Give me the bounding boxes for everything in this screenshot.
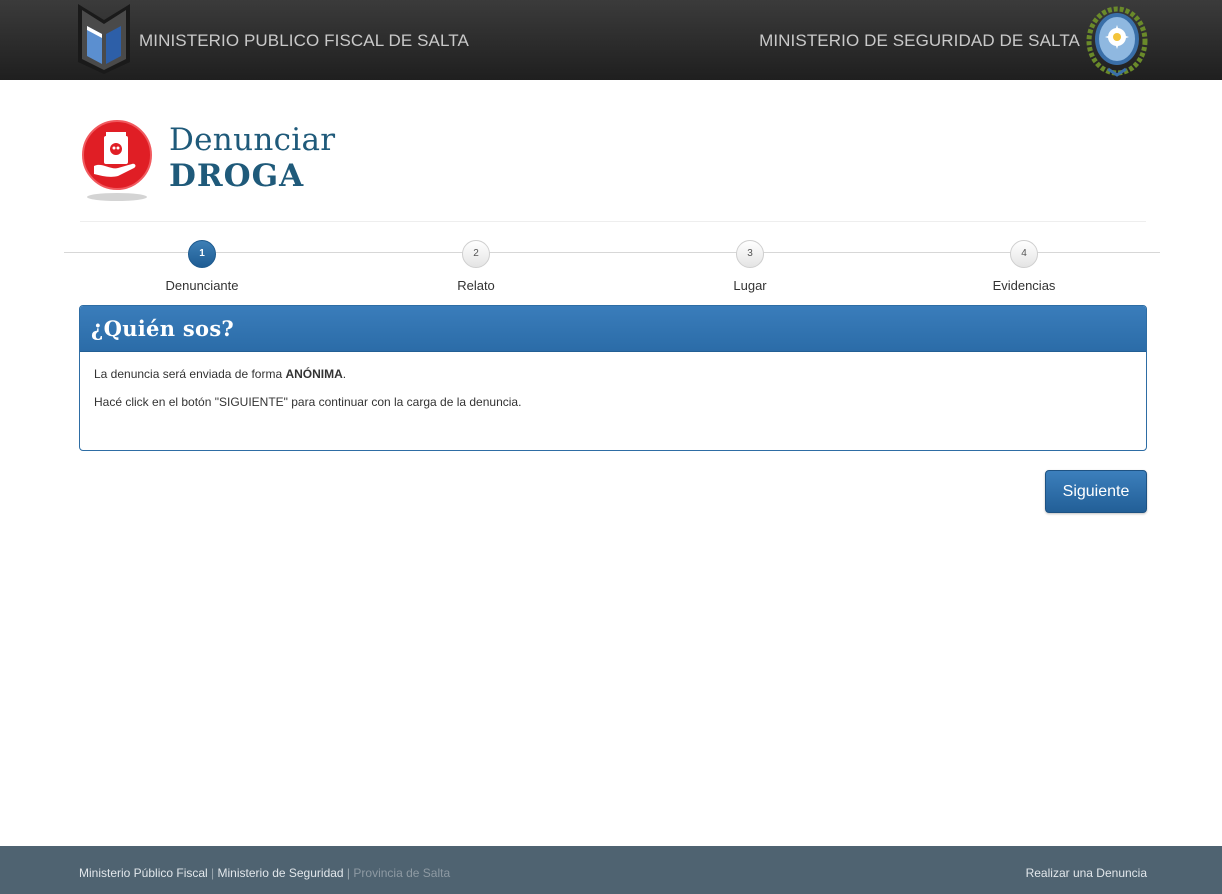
- anonymous-emphasis: ANÓNIMA: [285, 367, 343, 381]
- step-label: Relato: [457, 278, 495, 293]
- step-number: 4: [1010, 240, 1038, 268]
- step-3: 3 Lugar: [670, 240, 830, 293]
- panel-title: ¿Quién sos?: [91, 316, 235, 341]
- step-number: 2: [462, 240, 490, 268]
- step-label: Denunciante: [165, 278, 239, 293]
- page-brand: Denunciar DROGA: [80, 118, 1146, 222]
- step-label: Evidencias: [992, 278, 1056, 293]
- step-number: 3: [736, 240, 764, 268]
- step-1: 1 Denunciante: [122, 240, 282, 293]
- who-are-you-panel: ¿Quién sos? La denuncia será enviada de …: [79, 305, 1147, 451]
- anonymous-notice: La denuncia será enviada de forma ANÓNIM…: [94, 367, 347, 381]
- right-ministry-title: MINISTERIO DE SEGURIDAD DE SALTA: [759, 31, 1080, 50]
- footer-links: Ministerio Público Fiscal | Ministerio d…: [79, 866, 451, 880]
- step-4: 4 Evidencias: [944, 240, 1104, 293]
- step-label: Lugar: [733, 278, 767, 293]
- footer-link-ministerio-publico[interactable]: Ministerio Público Fiscal: [79, 866, 208, 880]
- drug-report-icon: [82, 120, 152, 201]
- ministerio-publico-logo-icon: [78, 4, 130, 74]
- footer: Ministerio Público Fiscal | Ministerio d…: [0, 846, 1222, 894]
- panel-body: La denuncia será enviada de forma ANÓNIM…: [80, 352, 1146, 438]
- page-title-line2: DROGA: [169, 158, 305, 194]
- step-2: 2 Relato: [396, 240, 556, 293]
- footer-link-report[interactable]: Realizar una Denuncia: [1026, 866, 1147, 880]
- footer-link-ministerio-seguridad[interactable]: Ministerio de Seguridad: [218, 866, 344, 880]
- panel-header: ¿Quién sos?: [80, 306, 1146, 352]
- next-button[interactable]: Siguiente: [1045, 470, 1147, 513]
- left-ministry-title: MINISTERIO PUBLICO FISCAL DE SALTA: [139, 31, 469, 50]
- provincial-seal-icon: [1086, 6, 1148, 77]
- footer-link-provincia[interactable]: Provincia de Salta: [353, 866, 450, 880]
- page-title-line1: Denunciar: [169, 122, 336, 158]
- top-header: MINISTERIO PUBLICO FISCAL DE SALTA MINIS…: [0, 0, 1222, 80]
- step-number: 1: [188, 240, 216, 268]
- instructions-text: Hacé click en el botón "SIGUIENTE" para …: [94, 395, 522, 409]
